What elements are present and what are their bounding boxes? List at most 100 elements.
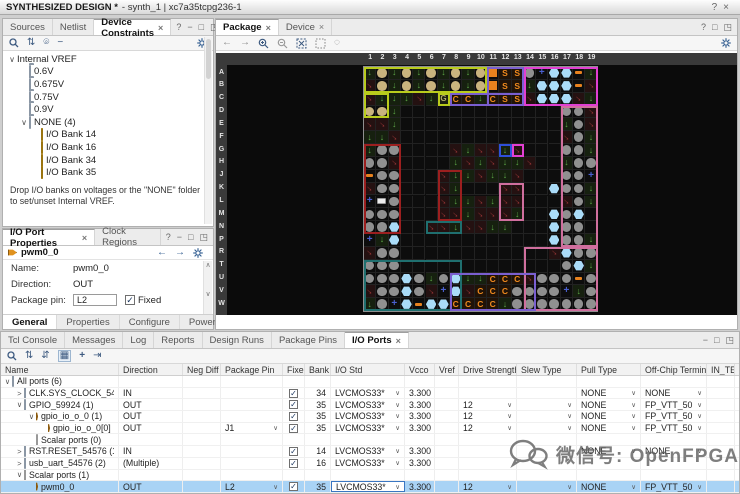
pin-config-c[interactable]: C bbox=[487, 285, 500, 299]
pin-ground-gray[interactable] bbox=[523, 285, 537, 299]
expand-arrow-icon[interactable]: ∨ bbox=[15, 400, 24, 409]
package-pin[interactable] bbox=[523, 246, 537, 260]
io-port-row[interactable]: ∨ All ports (6) bbox=[1, 376, 739, 388]
pin-io-green-arrow[interactable]: ↓ bbox=[413, 79, 426, 93]
package-pin[interactable] bbox=[400, 195, 414, 209]
package-pin[interactable] bbox=[462, 182, 475, 196]
pin-blue-plus[interactable]: + bbox=[388, 298, 401, 312]
pin-ground-gray[interactable] bbox=[560, 169, 574, 183]
pin-blue-plus[interactable]: + bbox=[364, 234, 377, 247]
dropdown-arrow-icon[interactable]: ∨ bbox=[273, 424, 278, 432]
pin-config-c[interactable]: C bbox=[462, 298, 475, 312]
pin-ground-gray[interactable] bbox=[388, 182, 401, 196]
package-pin[interactable] bbox=[548, 156, 561, 170]
pin-ground-gray[interactable] bbox=[388, 144, 401, 157]
pin-clock-hexagon[interactable] bbox=[548, 234, 561, 247]
io-port-row[interactable]: pwm0_0 OUT L2 ∨ ✓ 35 LVCMOS33* ∨ 3.300 12 ∨ ∨ NONE ∨ F… bbox=[1, 481, 739, 493]
package-pin[interactable] bbox=[400, 259, 414, 273]
pin-io-red-arrow[interactable]: ↓ bbox=[364, 92, 377, 106]
package-pin[interactable] bbox=[585, 208, 598, 222]
pin-ground-gray[interactable] bbox=[560, 182, 574, 196]
pin-io-red-arrow[interactable]: ↓ bbox=[364, 118, 377, 132]
pin-io-green-arrow[interactable]: ↓ bbox=[585, 259, 598, 273]
dropdown-arrow-icon[interactable]: ∨ bbox=[567, 412, 572, 420]
pin-io-green-arrow[interactable]: ↓ bbox=[487, 221, 500, 235]
pin-ground-gray[interactable] bbox=[523, 298, 537, 312]
package-pin[interactable] bbox=[400, 234, 414, 247]
pin-io-red-arrow[interactable]: ↓ bbox=[450, 208, 463, 222]
package-pin[interactable] bbox=[548, 144, 561, 157]
package-pin[interactable] bbox=[437, 105, 451, 119]
package-pin[interactable] bbox=[474, 234, 487, 247]
pin-ground-gray[interactable] bbox=[560, 144, 574, 157]
show-icon[interactable]: ⌾ bbox=[43, 38, 49, 48]
settings-gear-icon[interactable] bbox=[193, 247, 203, 258]
package-die-view[interactable]: 1 2 3 4 5 6 7 8 9 10 11 12 13 14 15 16 17 18 19 ABCDEFGHJK… bbox=[216, 53, 737, 315]
pin-power-tan[interactable] bbox=[450, 79, 463, 93]
pin-clock-hexagon[interactable] bbox=[573, 259, 586, 273]
expand-arrow-icon[interactable]: ∨ bbox=[3, 377, 12, 386]
expand-arrow-icon[interactable]: ∨ bbox=[27, 412, 36, 421]
pin-io-green-arrow[interactable]: ↓ bbox=[388, 92, 401, 106]
column-header-vcco[interactable]: Vcco bbox=[405, 364, 435, 375]
package-pin[interactable] bbox=[536, 195, 549, 209]
package-pin[interactable] bbox=[425, 182, 438, 196]
pin-clock-hexagon[interactable] bbox=[548, 67, 561, 80]
package-pin[interactable] bbox=[487, 105, 500, 119]
pin-ground-gray[interactable] bbox=[376, 169, 389, 183]
package-pin[interactable] bbox=[536, 182, 549, 196]
expand-arrow-icon[interactable]: > bbox=[15, 389, 24, 398]
package-pin[interactable] bbox=[462, 234, 475, 247]
pin-io-red-arrow[interactable]: ↓ bbox=[487, 144, 500, 157]
package-pin[interactable] bbox=[523, 105, 537, 119]
package-pin[interactable] bbox=[548, 131, 561, 145]
pin-clock-hexagon[interactable] bbox=[425, 298, 438, 312]
pin-blue-plus[interactable]: + bbox=[437, 285, 451, 299]
io-port-row[interactable]: ∨ GPIO_59924 (1) OUT ✓ 35 LVCMOS33* ∨ 3.300 12 ∨ ∨… bbox=[1, 399, 739, 412]
pin-io-red-arrow[interactable]: ↓ bbox=[487, 208, 500, 222]
package-pin[interactable] bbox=[487, 259, 500, 273]
pin-io-green-arrow[interactable]: ↓ bbox=[474, 92, 487, 106]
pin-io-green-arrow[interactable]: ↓ bbox=[585, 234, 598, 247]
pin-io-green-arrow[interactable]: ↓ bbox=[585, 92, 598, 106]
pin-config-s[interactable]: S bbox=[499, 67, 512, 80]
pin-power-tan[interactable] bbox=[474, 67, 487, 80]
package-pin[interactable] bbox=[523, 182, 537, 196]
package-pin[interactable] bbox=[437, 118, 451, 132]
expand-arrow-icon[interactable]: > bbox=[15, 459, 24, 468]
tab-messages[interactable]: Messages bbox=[65, 332, 124, 348]
column-header-pull-type[interactable]: Pull Type bbox=[577, 364, 641, 375]
props-bottom-tab-configure[interactable]: Configure bbox=[120, 315, 180, 329]
dropdown-arrow-icon[interactable]: ∨ bbox=[631, 412, 636, 420]
fixed-checkbox[interactable]: ✓ bbox=[289, 446, 298, 456]
package-pin[interactable] bbox=[462, 259, 475, 273]
package-pin[interactable] bbox=[523, 259, 537, 273]
tree-item-0-6v[interactable]: 0.6V bbox=[3, 65, 213, 79]
pin-ground-gray[interactable] bbox=[388, 195, 401, 209]
pin-io-green-arrow[interactable]: ↓ bbox=[437, 67, 451, 80]
pin-config-c[interactable]: C bbox=[462, 92, 475, 106]
pin-io-red-arrow[interactable]: ↓ bbox=[425, 285, 438, 299]
pin-config-s[interactable]: S bbox=[511, 67, 524, 80]
package-pin[interactable] bbox=[413, 246, 426, 260]
io-port-row[interactable]: > CLK.SYS_CLOCK_54576 (1) IN ✓ 34LVCMOS33*∨3… bbox=[1, 387, 739, 400]
pin-ground-gray[interactable] bbox=[388, 246, 401, 260]
package-pin[interactable] bbox=[425, 105, 438, 119]
package-pin[interactable] bbox=[425, 234, 438, 247]
pin-io-red-arrow[interactable]: ↓ bbox=[523, 272, 537, 286]
tree-item-0-675v[interactable]: 0.675V bbox=[3, 77, 213, 91]
package-pin[interactable] bbox=[413, 144, 426, 157]
pin-io-green-arrow[interactable]: ↓ bbox=[376, 131, 389, 145]
pin-ground-gray[interactable] bbox=[364, 156, 377, 170]
io-port-row[interactable]: ∨ Scalar ports (1) bbox=[1, 469, 739, 482]
pin-io-green-arrow[interactable]: ↓ bbox=[585, 131, 598, 145]
pin-ground-gray[interactable] bbox=[573, 221, 586, 235]
fixed-checkbox[interactable]: ✓ bbox=[289, 400, 298, 410]
pin-io-red-arrow[interactable]: ↓ bbox=[364, 285, 377, 299]
package-pin[interactable] bbox=[400, 182, 414, 196]
tree-item-internal-vref[interactable]: ∨ Internal VREF bbox=[3, 53, 213, 66]
package-pin[interactable] bbox=[523, 208, 537, 222]
package-pin[interactable] bbox=[474, 259, 487, 273]
close-tab-icon[interactable]: × bbox=[396, 336, 401, 346]
pin-clock-hexagon[interactable] bbox=[400, 272, 414, 286]
